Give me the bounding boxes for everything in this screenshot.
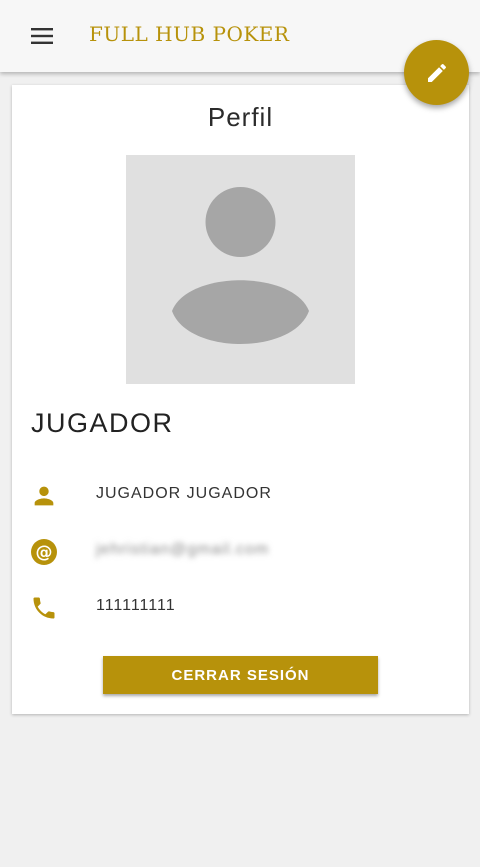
name-row: JUGADOR JUGADOR — [12, 474, 469, 514]
app-title: FULL HUB POKER — [89, 22, 290, 46]
full-name: JUGADOR JUGADOR — [96, 485, 272, 502]
menu-icon — [31, 28, 53, 44]
at-icon: @ — [30, 538, 58, 566]
email-row: @ jehristian@gmail.com — [12, 530, 469, 570]
menu-button[interactable] — [24, 20, 60, 52]
phone-icon — [30, 594, 58, 622]
page-title: Perfil — [207, 102, 274, 132]
phone-row: 111111111 — [12, 586, 469, 626]
email-value: jehristian@gmail.com — [96, 541, 270, 558]
role-label: JUGADOR — [31, 408, 174, 438]
phone-value: 111111111 — [96, 597, 176, 614]
edit-profile-button[interactable] — [404, 40, 469, 105]
logout-button[interactable]: CERRAR SESIÓN — [103, 656, 378, 694]
edit-icon — [427, 63, 446, 82]
profile-card: Perfil JUGADOR JUGADOR JUGADOR @ jehrist… — [12, 85, 469, 714]
avatar — [126, 155, 355, 384]
svg-text:@: @ — [36, 543, 53, 563]
person-icon — [30, 482, 58, 510]
person-placeholder-icon — [172, 187, 309, 344]
